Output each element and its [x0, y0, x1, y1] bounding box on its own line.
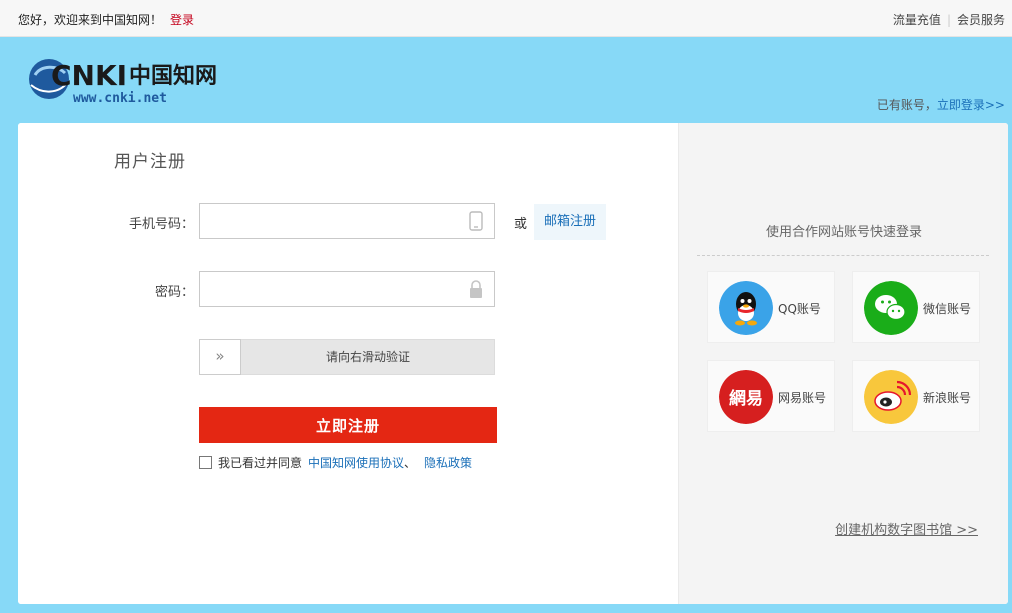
netease-login-button[interactable]: 網易 网易账号 [707, 360, 835, 432]
member-service-link[interactable]: 会员服务 [957, 13, 1005, 27]
partner-title: 使用合作网站账号快速登录 [765, 225, 922, 240]
slide-verify[interactable]: » 请向右滑动验证 [199, 339, 495, 375]
weibo-login-button[interactable]: 新浪账号 [852, 360, 980, 432]
agreement: 我已看过并同意 中国知网使用协议 、 隐私政策 [199, 454, 472, 471]
divider [697, 255, 989, 256]
slider-handle[interactable]: » [199, 339, 241, 375]
welcome-message: 您好，欢迎来到中国知网！ [18, 13, 163, 27]
slider-hint: 请向右滑动验证 [325, 350, 410, 364]
or-text: 或 [514, 217, 528, 232]
have-account-text: 已有账号， [876, 98, 937, 112]
partner-login-pane: 使用合作网站账号快速登录 QQ账号 微信账号 網易 网易账号 新浪账号 创建机构… [678, 123, 1008, 604]
divider: | [946, 13, 951, 27]
form-title: 用户注册 [114, 152, 186, 172]
phone-icon [469, 211, 483, 231]
password-label: 密码： [154, 285, 194, 300]
welcome-text: 您好，欢迎来到中国知网！ 登录 [18, 11, 194, 28]
cnki-logo[interactable]: CNKI 中国知网 www.cnki.net [27, 55, 227, 105]
logo-brand-text: CNKI [51, 59, 127, 92]
email-register-button[interactable]: 邮箱注册 [534, 204, 606, 240]
wechat-icon [864, 281, 918, 335]
qq-icon [719, 281, 773, 335]
register-form-pane: 用户注册 手机号码： 或 邮箱注册 密码： » 请向右滑动验证 立即注册 我已看… [18, 123, 678, 604]
login-link[interactable]: 登录 [170, 13, 194, 27]
create-library-link[interactable]: 创建机构数字图书馆 >> [835, 519, 978, 538]
register-button[interactable]: 立即注册 [199, 407, 497, 443]
separator: 、 [404, 456, 417, 470]
have-account: 已有账号，立即登录>> [877, 96, 1005, 113]
logo-url-text: www.cnki.net [73, 91, 167, 105]
qq-label: QQ账号 [778, 302, 821, 316]
password-input[interactable] [200, 272, 460, 306]
lock-icon [470, 280, 482, 298]
register-card: 用户注册 手机号码： 或 邮箱注册 密码： » 请向右滑动验证 立即注册 我已看… [18, 123, 1008, 604]
wechat-login-button[interactable]: 微信账号 [852, 271, 980, 343]
login-now-link[interactable]: 立即登录>> [937, 98, 1005, 112]
qq-login-button[interactable]: QQ账号 [707, 271, 835, 343]
weibo-icon [864, 370, 918, 424]
terms-link[interactable]: 中国知网使用协议 [308, 454, 404, 471]
recharge-link[interactable]: 流量充值 [893, 13, 941, 27]
phone-field [199, 203, 495, 239]
netease-icon: 網易 [719, 370, 773, 424]
weibo-label: 新浪账号 [923, 391, 972, 405]
agree-checkbox[interactable] [199, 456, 212, 469]
top-bar: 您好，欢迎来到中国知网！ 登录 流量充值 | 会员服务 [0, 0, 1012, 37]
svg-text:網易: 網易 [729, 388, 763, 409]
netease-label: 网易账号 [778, 391, 827, 405]
wechat-label: 微信账号 [923, 302, 972, 316]
phone-label: 手机号码： [128, 217, 194, 232]
phone-input[interactable] [200, 204, 460, 238]
logo-cn-text: 中国知网 [129, 63, 217, 89]
privacy-link[interactable]: 隐私政策 [424, 454, 472, 471]
agree-text: 我已看过并同意 [218, 456, 303, 470]
password-field [199, 271, 495, 307]
top-links: 流量充值 | 会员服务 [893, 11, 1005, 28]
